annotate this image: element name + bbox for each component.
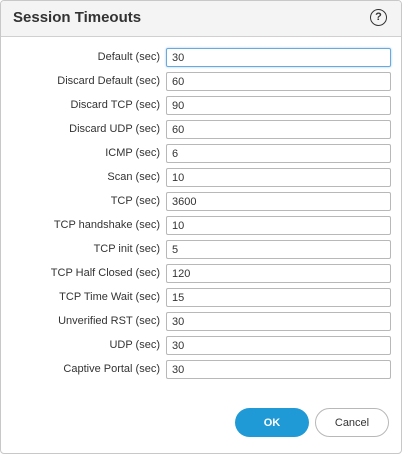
unverified-rst-timeout-input[interactable] [166, 312, 391, 331]
help-icon[interactable]: ? [370, 9, 387, 26]
field-label-icmp: ICMP (sec) [105, 147, 160, 159]
discard-tcp-timeout-input[interactable] [166, 96, 391, 115]
field-label-discard-tcp: Discard TCP (sec) [70, 99, 160, 111]
field-label-scan: Scan (sec) [107, 171, 160, 183]
tcp-half-closed-timeout-input[interactable] [166, 264, 391, 283]
field-row-icmp: ICMP (sec) [1, 144, 401, 163]
ok-button[interactable]: OK [235, 408, 309, 437]
field-row-udp: UDP (sec) [1, 336, 401, 355]
session-timeouts-dialog: Session Timeouts ? Default (sec) Discard… [0, 0, 402, 454]
field-row-tcp: TCP (sec) [1, 192, 401, 211]
cancel-button[interactable]: Cancel [315, 408, 389, 437]
field-row-discard-udp: Discard UDP (sec) [1, 120, 401, 139]
field-label-discard-default: Discard Default (sec) [57, 75, 160, 87]
field-label-tcp-handshake: TCP handshake (sec) [53, 219, 160, 231]
tcp-handshake-timeout-input[interactable] [166, 216, 391, 235]
field-label-unverified-rst: Unverified RST (sec) [58, 315, 160, 327]
field-row-unverified-rst: Unverified RST (sec) [1, 312, 401, 331]
tcp-timeout-input[interactable] [166, 192, 391, 211]
field-row-default: Default (sec) [1, 48, 401, 67]
field-label-udp: UDP (sec) [109, 339, 160, 351]
tcp-time-wait-timeout-input[interactable] [166, 288, 391, 307]
field-row-scan: Scan (sec) [1, 168, 401, 187]
field-row-tcp-time-wait: TCP Time Wait (sec) [1, 288, 401, 307]
field-label-tcp: TCP (sec) [110, 195, 160, 207]
tcp-init-timeout-input[interactable] [166, 240, 391, 259]
field-label-captive-portal: Captive Portal (sec) [63, 363, 160, 375]
field-label-default: Default (sec) [97, 51, 160, 63]
field-label-tcp-half-closed: TCP Half Closed (sec) [50, 267, 160, 279]
icmp-timeout-input[interactable] [166, 144, 391, 163]
field-row-discard-tcp: Discard TCP (sec) [1, 96, 401, 115]
dialog-title: Session Timeouts [13, 9, 142, 26]
field-row-tcp-handshake: TCP handshake (sec) [1, 216, 401, 235]
field-row-tcp-init: TCP init (sec) [1, 240, 401, 259]
field-row-captive-portal: Captive Portal (sec) [1, 360, 401, 379]
discard-udp-timeout-input[interactable] [166, 120, 391, 139]
field-row-tcp-half-closed: TCP Half Closed (sec) [1, 264, 401, 283]
captive-portal-timeout-input[interactable] [166, 360, 391, 379]
field-row-discard-default: Discard Default (sec) [1, 72, 401, 91]
discard-default-timeout-input[interactable] [166, 72, 391, 91]
dialog-header: Session Timeouts ? [1, 1, 401, 37]
field-label-tcp-init: TCP init (sec) [93, 243, 160, 255]
field-label-tcp-time-wait: TCP Time Wait (sec) [59, 291, 160, 303]
default-timeout-input[interactable] [166, 48, 391, 67]
udp-timeout-input[interactable] [166, 336, 391, 355]
scan-timeout-input[interactable] [166, 168, 391, 187]
field-label-discard-udp: Discard UDP (sec) [69, 123, 160, 135]
